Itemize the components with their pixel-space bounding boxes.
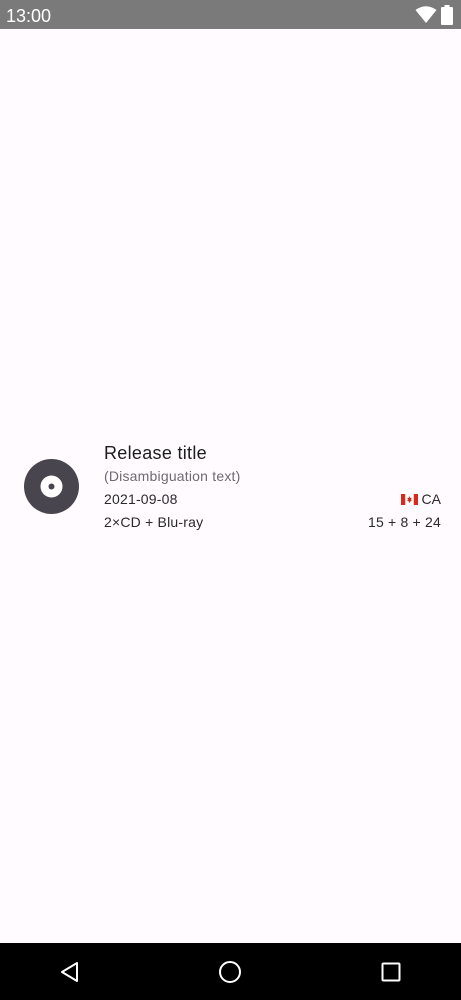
- wifi-icon: [415, 5, 437, 23]
- release-formats: 2×CD + Blu-ray: [104, 514, 204, 530]
- release-track-counts: 15 + 8 + 24: [367, 514, 441, 530]
- release-list-item[interactable]: Release title (Disambiguation text) 2021…: [0, 439, 461, 539]
- canada-flag-icon: [400, 493, 418, 505]
- release-country: CA: [400, 491, 441, 507]
- release-title: Release title: [104, 443, 207, 463]
- status-time: 13:00: [6, 6, 52, 26]
- release-country-code: CA: [421, 491, 441, 507]
- navigation-bar: [0, 943, 461, 1000]
- battery-icon: [441, 4, 453, 25]
- recents-icon[interactable]: [378, 959, 404, 985]
- home-icon[interactable]: [217, 959, 243, 985]
- status-icons: [415, 4, 453, 25]
- release-date: 2021-09-08: [104, 491, 178, 507]
- disc-icon: [24, 459, 79, 514]
- content-area: Release title (Disambiguation text) 2021…: [0, 29, 461, 943]
- status-bar: 13:00: [0, 0, 461, 29]
- release-disambiguation: (Disambiguation text): [104, 468, 241, 484]
- back-icon[interactable]: [57, 959, 83, 985]
